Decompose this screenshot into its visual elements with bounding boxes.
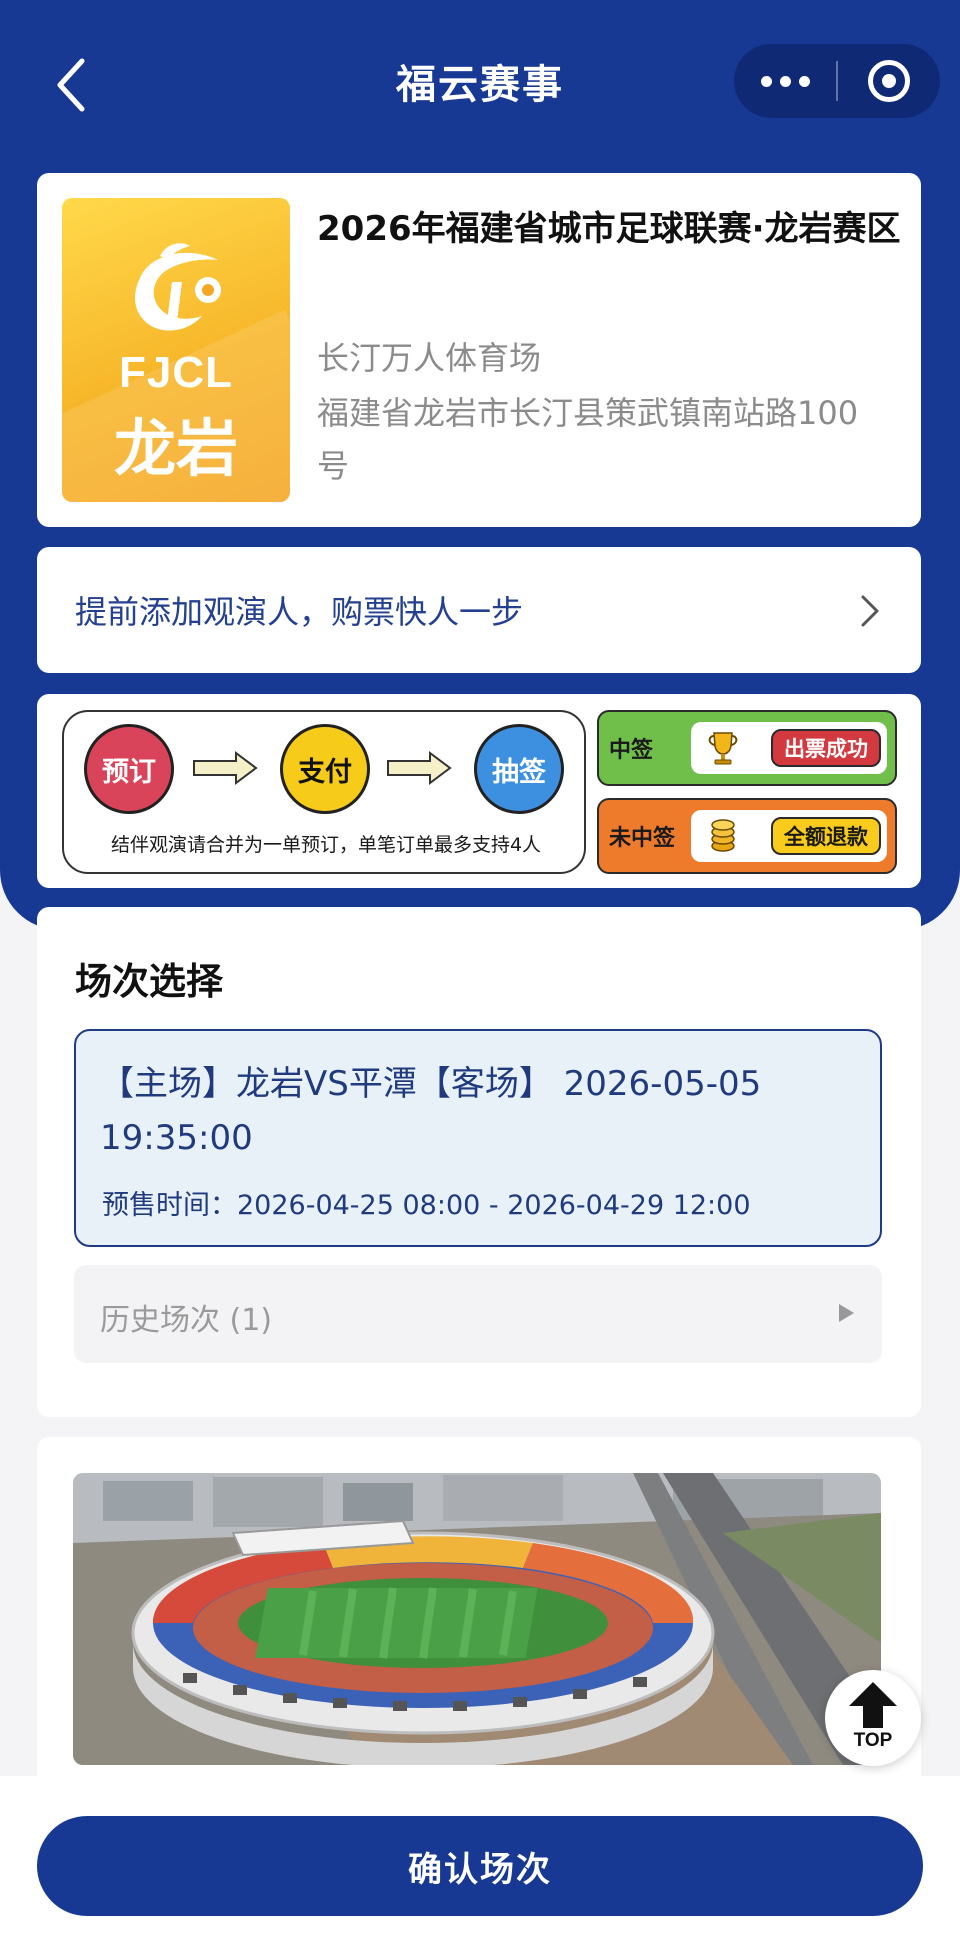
result-win: 中签 出票成功: [597, 710, 897, 786]
result-win-badge: 出票成功: [771, 729, 881, 767]
history-sessions-toggle[interactable]: 历史场次 (1): [74, 1265, 882, 1363]
stadium-photo: [73, 1473, 881, 1765]
session-presale-time: 预售时间：2026-04-25 08:00 - 2026-04-29 12:00: [102, 1190, 751, 1221]
result-lose-badge: 全额退款: [771, 817, 881, 855]
bottom-action-bar: 确认场次: [0, 1776, 960, 1939]
caret-right-icon: [839, 1304, 854, 1322]
session-card: 场次选择 【主场】龙岩VS平潭【客场】 2026-05-05 19:35:00 …: [37, 907, 921, 1417]
event-title: 2026年福建省城市足球联赛·龙岩赛区: [317, 209, 901, 249]
arrow-right-icon: [387, 751, 452, 785]
logo-brand: FJCL: [119, 348, 233, 397]
coins-icon: [711, 819, 735, 852]
step-pay: 支付: [280, 724, 370, 814]
arrow-up-icon: [849, 1682, 897, 1728]
session-match: 【主场】龙岩VS平潭【客场】 2026-05-05 19:35:00: [100, 1064, 762, 1158]
result-lose-label: 未中签: [609, 826, 676, 851]
more-button[interactable]: [734, 44, 836, 118]
add-viewer-text: 提前添加观演人，购票快人一步: [75, 593, 524, 631]
logo-city: 龙岩: [113, 412, 238, 485]
close-miniprogram-button[interactable]: [838, 44, 940, 118]
arrow-right-icon: [193, 751, 258, 785]
venue-image-card: [37, 1437, 921, 1797]
result-lose: 未中签 全额退款: [597, 798, 897, 874]
nav-bar: 福云赛事: [0, 0, 960, 165]
session-option-selected[interactable]: 【主场】龙岩VS平潭【客场】 2026-05-05 19:35:00 预售时间：…: [74, 1029, 882, 1247]
add-viewer-row[interactable]: 提前添加观演人，购票快人一步: [37, 547, 921, 673]
result-win-label: 中签: [609, 738, 654, 763]
more-dots-icon: [760, 75, 772, 87]
step-lottery: 抽签: [474, 724, 564, 814]
event-card: FJCL 龙岩 2026年福建省城市足球联赛·龙岩赛区 长汀万人体育场 福建省龙…: [37, 173, 921, 527]
purchase-steps: 预订 支付 抽签 结伴观演请合并为一单预订，单笔订单最多支持4人: [62, 710, 586, 874]
step-reserve: 预订: [84, 724, 174, 814]
trophy-icon: [708, 732, 738, 765]
confirm-session-button[interactable]: 确认场次: [37, 1816, 923, 1916]
flow-note: 结伴观演请合并为一单预订，单笔订单最多支持4人: [110, 834, 542, 856]
venue-name: 长汀万人体育场: [317, 339, 542, 377]
history-sessions-label: 历史场次 (1): [100, 1303, 273, 1338]
mini-program-capsule: [734, 44, 940, 118]
venue-address: 福建省龙岩市长汀县策武镇南站路100号: [317, 394, 859, 485]
back-to-top-label: TOP: [853, 1730, 893, 1751]
purchase-flow-card: 预订 支付 抽签 结伴观演请合并为一单预订，单笔订单最多支持4人 中签 出票成功…: [37, 694, 921, 888]
event-logo: FJCL 龙岩: [62, 198, 290, 502]
target-icon: [868, 60, 910, 102]
league-emblem-icon: [135, 243, 221, 331]
chevron-right-icon: [861, 595, 879, 627]
session-section-title: 场次选择: [75, 960, 223, 1003]
back-to-top-button[interactable]: TOP: [825, 1670, 921, 1766]
